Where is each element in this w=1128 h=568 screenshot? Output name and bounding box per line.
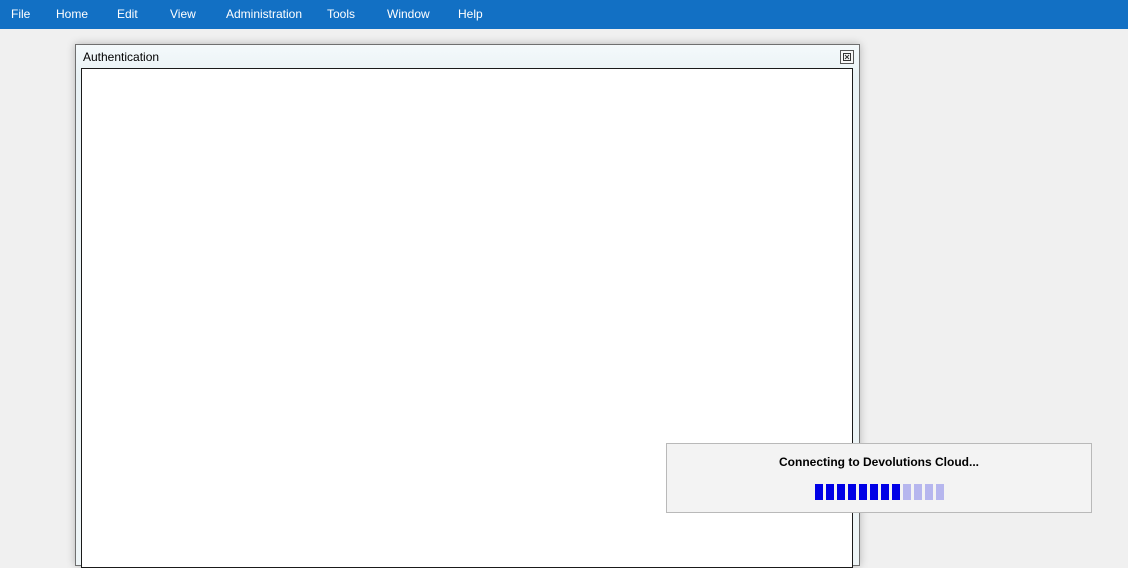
menu-tools[interactable]: Tools — [327, 7, 355, 21]
close-icon[interactable] — [840, 50, 854, 64]
connection-status-toast: Connecting to Devolutions Cloud... — [666, 443, 1092, 513]
status-message: Connecting to Devolutions Cloud... — [779, 455, 979, 469]
progress-segment — [925, 484, 933, 500]
progress-segment — [815, 484, 823, 500]
menu-home[interactable]: Home — [56, 7, 88, 21]
progress-segment — [826, 484, 834, 500]
progress-segment — [848, 484, 856, 500]
dialog-title: Authentication — [83, 50, 160, 64]
progress-segment — [870, 484, 878, 500]
progress-indicator — [815, 484, 944, 500]
menu-view[interactable]: View — [170, 7, 196, 21]
progress-segment — [837, 484, 845, 500]
menu-window[interactable]: Window — [387, 7, 430, 21]
menu-file[interactable]: File — [11, 7, 30, 21]
progress-segment — [914, 484, 922, 500]
progress-segment — [903, 484, 911, 500]
progress-segment — [859, 484, 867, 500]
menu-edit[interactable]: Edit — [117, 7, 138, 21]
menu-help[interactable]: Help — [458, 7, 483, 21]
close-glyph — [843, 53, 851, 61]
progress-segment — [892, 484, 900, 500]
menu-bar: File Home Edit View Administration Tools… — [0, 0, 1128, 29]
progress-segment — [936, 484, 944, 500]
progress-segment — [881, 484, 889, 500]
menu-administration[interactable]: Administration — [226, 7, 302, 21]
